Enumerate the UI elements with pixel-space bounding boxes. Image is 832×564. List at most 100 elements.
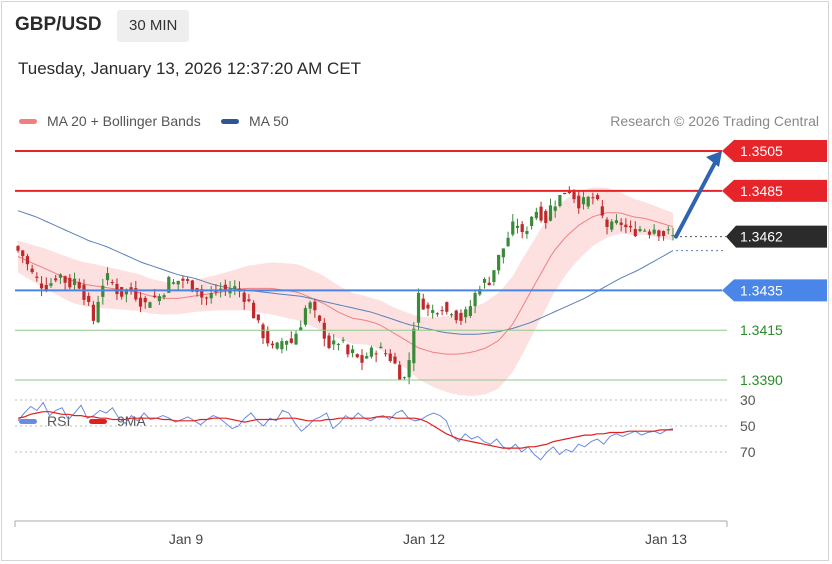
candle-body xyxy=(153,295,157,298)
candle-body xyxy=(157,296,161,302)
candle-body xyxy=(525,231,529,235)
candle-body xyxy=(596,195,600,200)
candle-body xyxy=(317,315,322,321)
candle-body xyxy=(506,237,510,247)
candle-body xyxy=(558,195,562,206)
candle-body xyxy=(223,284,227,290)
candle-body xyxy=(619,222,623,225)
candle-body xyxy=(464,309,468,318)
level-label-1.3435: 1.3435 xyxy=(740,282,783,298)
candle-body xyxy=(96,301,100,323)
candle-body xyxy=(162,295,166,298)
candle-body xyxy=(605,219,609,227)
candle-body xyxy=(459,313,463,321)
rsi-panel: 70 50 30 xyxy=(15,392,756,461)
candle-body xyxy=(482,279,487,283)
candle-body xyxy=(289,338,293,343)
candle-body xyxy=(91,304,95,321)
candle-body xyxy=(539,206,543,221)
candle-body xyxy=(261,324,265,339)
candle-body xyxy=(638,229,642,232)
candle-body xyxy=(449,314,454,316)
candle-body xyxy=(374,353,378,355)
candle-body xyxy=(600,206,604,216)
candle-body xyxy=(393,356,397,364)
candle-body xyxy=(181,278,185,281)
candle-body xyxy=(435,313,439,315)
candle-body xyxy=(284,340,289,345)
candle-body xyxy=(383,353,388,355)
candle-body xyxy=(586,196,590,207)
candle-body xyxy=(426,304,430,309)
candle-body xyxy=(487,282,491,286)
rsi-tick-30: 30 xyxy=(740,392,756,408)
candle-body xyxy=(275,342,279,349)
rsi-line xyxy=(17,401,674,461)
candle-body xyxy=(148,302,152,308)
rsi-tick-70: 70 xyxy=(740,444,756,460)
candle-body xyxy=(247,299,251,302)
candle-body xyxy=(454,310,458,321)
candle-body xyxy=(54,278,58,281)
candle-body xyxy=(82,284,86,300)
candle-body xyxy=(360,355,364,363)
candle-body xyxy=(369,347,374,357)
candle-body xyxy=(209,293,213,299)
candle-body xyxy=(49,283,53,286)
candle-body xyxy=(633,229,637,237)
candle-body xyxy=(421,298,425,310)
candle-body xyxy=(511,221,515,235)
candle-body xyxy=(39,283,44,289)
candle-body xyxy=(336,343,341,345)
candle-body xyxy=(553,206,557,211)
candle-body xyxy=(628,225,633,228)
candle-body xyxy=(266,331,270,344)
projection xyxy=(674,151,722,239)
level-label-1.3505: 1.3505 xyxy=(740,143,783,159)
candle-body xyxy=(16,246,20,251)
candle-body xyxy=(68,277,72,288)
candle-body xyxy=(661,231,666,236)
candle-body xyxy=(398,364,402,381)
rsi-tick-50: 50 xyxy=(740,418,756,434)
candle-body xyxy=(308,302,312,309)
candle-body xyxy=(350,349,355,354)
candle-body xyxy=(666,229,670,231)
candle-body xyxy=(431,310,435,313)
candle-body xyxy=(110,282,114,284)
candle-body xyxy=(515,225,520,228)
candle-body xyxy=(563,192,567,195)
candle-body xyxy=(21,250,25,257)
candle-body xyxy=(497,254,501,271)
candle-body xyxy=(280,341,284,350)
candle-body xyxy=(591,197,595,199)
candle-body xyxy=(473,293,477,307)
candle-body xyxy=(252,302,256,319)
candle-body xyxy=(87,295,91,302)
candle-body xyxy=(58,274,63,278)
candle-body xyxy=(322,322,326,339)
candle-body xyxy=(492,270,496,283)
candle-body xyxy=(294,333,298,345)
candle-body xyxy=(186,279,190,281)
candle-body xyxy=(610,221,614,230)
candle-body xyxy=(233,286,237,289)
candle-body xyxy=(577,195,581,209)
candle-body xyxy=(303,308,308,325)
projection-arrow-shaft xyxy=(674,157,719,239)
candle-body xyxy=(647,231,652,235)
x-axis: Jan 9 Jan 12 Jan 13 xyxy=(14,520,728,547)
price-chart: 1.3505 1.3485 1.3462 1.3435 1.3415 1.3390 70 5… xyxy=(14,140,827,547)
candle-body xyxy=(120,287,124,297)
candle-body xyxy=(379,346,383,349)
x-label-Jan-9: Jan 9 xyxy=(169,531,203,547)
candle-body xyxy=(341,339,345,341)
candle-body xyxy=(115,283,119,295)
candle-body xyxy=(176,280,180,285)
candle-body xyxy=(657,230,661,237)
candle-body xyxy=(530,216,534,227)
level-label-1.3415: 1.3415 xyxy=(740,322,783,338)
candle-body xyxy=(72,278,77,285)
current-price-label: 1.3462 xyxy=(740,229,783,245)
x-label-Jan-13: Jan 13 xyxy=(645,531,687,547)
